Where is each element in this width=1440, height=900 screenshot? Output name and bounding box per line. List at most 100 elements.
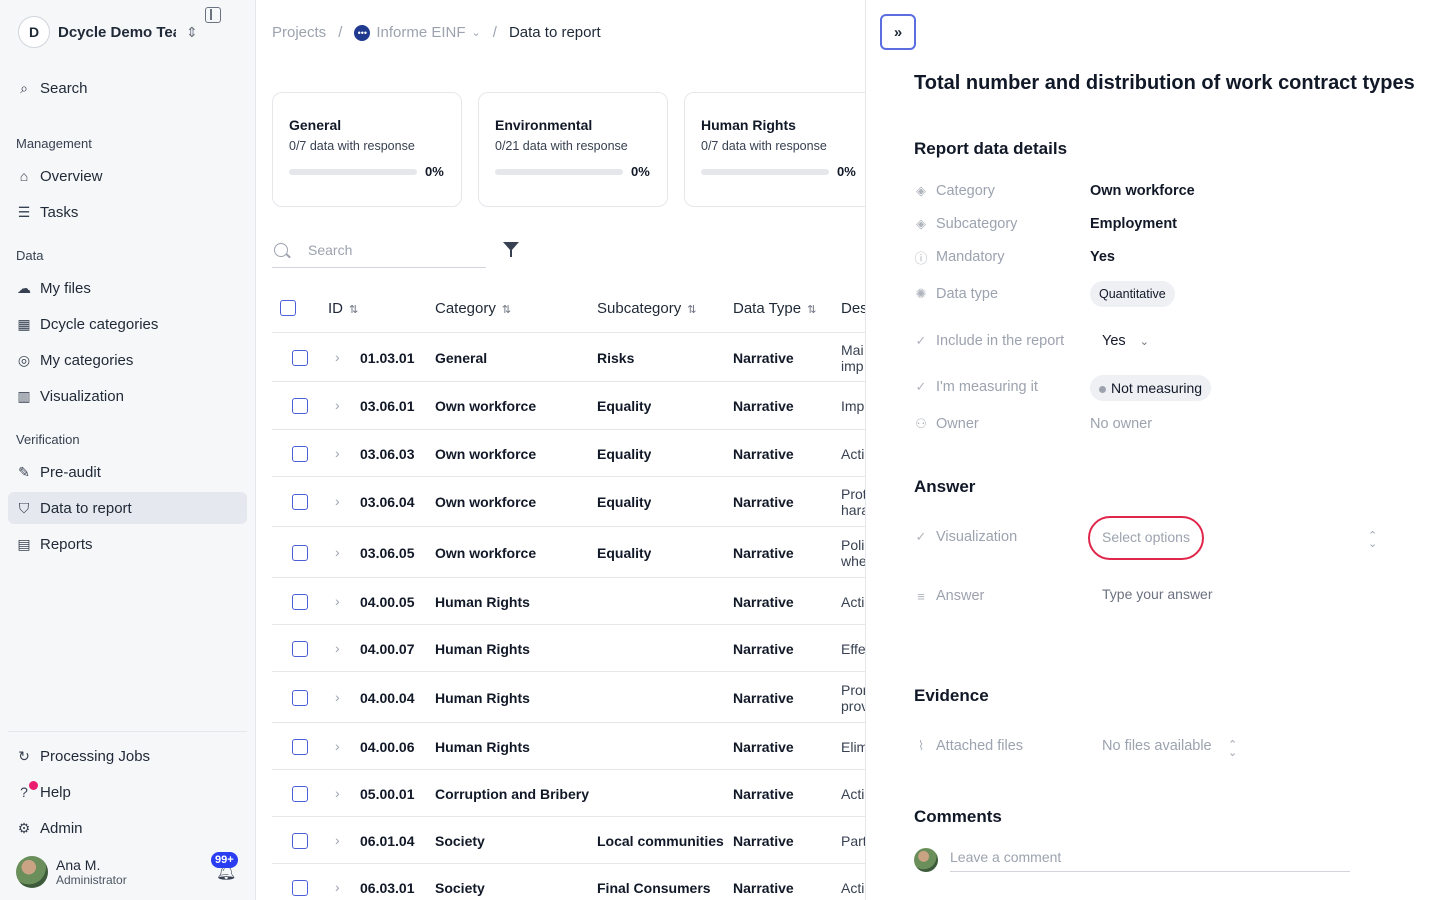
chevron-right-icon[interactable]: › [335,544,340,560]
user-profile[interactable]: Ana M. Administrator [16,856,127,888]
cell-category: Human Rights [435,690,530,706]
card-title: Human Rights [701,117,796,133]
card-title: General [289,117,342,133]
table-row[interactable]: › 04.00.05 Human Rights Narrative Acti [272,578,865,625]
table-row[interactable]: › 04.00.07 Human Rights Narrative Effe [272,625,865,672]
sidebar-item-my-categories[interactable]: ◎ My categories [8,344,247,376]
label-subcategory: ◈ Subcategory [916,216,1018,232]
sort-icon: ⇅ [501,304,512,316]
sidebar-item-processing-jobs[interactable]: ↻ Processing Jobs [8,740,247,772]
table-row[interactable]: › 03.06.04 Own workforce Equality Narrative P… [272,477,865,527]
chevron-right-icon[interactable]: › [335,738,340,754]
cell-description: Elim [841,739,865,755]
cell-description: Acti [841,786,865,802]
cell-category: General [435,350,488,366]
sidebar-item-overview[interactable]: ⌂ Overview [8,160,247,192]
row-checkbox[interactable] [292,739,308,755]
sort-icon: ⇅ [349,304,359,316]
table-row[interactable]: › 06.03.01 Society Final Consumers Narrative… [272,864,865,900]
collapse-panel-button[interactable]: » [880,14,916,50]
sidebar-search[interactable]: ⌕ Search [8,72,247,104]
measuring-status[interactable]: Not measuring [1090,375,1212,401]
header-description[interactable]: Des [841,300,868,317]
check-circle-icon: ✓ [915,333,927,348]
visualization-select[interactable]: Select options [1088,516,1204,560]
progress-card-environmental[interactable]: Environmental 0/21 data with response 0% [478,92,668,207]
sidebar-item-dcycle-categories[interactable]: ▦ Dcycle categories [8,308,247,340]
sidebar-item-tasks[interactable]: ☰ Tasks [8,196,247,228]
attached-files-select[interactable]: No files available [1102,738,1212,754]
row-checkbox[interactable] [292,641,308,657]
sidebar-item-label: Processing Jobs [40,747,151,765]
cell-description: Acti [841,880,865,896]
cell-data-type: Narrative [733,641,794,657]
breadcrumb-projects[interactable]: Projects [272,24,326,41]
cell-category: Society [435,880,485,896]
row-checkbox[interactable] [292,545,308,561]
row-checkbox[interactable] [292,398,308,414]
sidebar-item-admin[interactable]: ⚙ Admin [8,812,247,844]
table-row[interactable]: › 03.06.01 Own workforce Equality Narrative I… [272,382,865,430]
chevron-right-icon[interactable]: › [335,397,340,413]
card-percent: 0% [631,164,650,179]
row-checkbox[interactable] [292,786,308,802]
progress-card-general[interactable]: General 0/7 data with response 0% [272,92,462,207]
chevron-right-icon[interactable]: › [335,879,340,895]
header-category[interactable]: Category ⇅ [435,300,511,317]
cell-description: Effe [841,641,865,657]
chevron-right-icon[interactable]: › [335,640,340,656]
table-row[interactable]: › 05.00.01 Corruption and Bribery Narrative… [272,770,865,817]
chevron-right-icon[interactable]: › [335,689,340,705]
cell-data-type: Narrative [733,594,794,610]
answer-textarea[interactable] [1090,580,1394,644]
cell-data-type: Narrative [733,350,794,366]
header-id[interactable]: ID ⇅ [328,300,358,317]
table-row[interactable]: › 03.06.05 Own workforce Equality Narrative P… [272,527,865,578]
row-checkbox[interactable] [292,833,308,849]
sidebar-item-visualization[interactable]: ▥ Visualization [8,380,247,412]
filter-button[interactable] [501,240,521,260]
row-checkbox[interactable] [292,494,308,510]
sidebar-item-my-files[interactable]: ☁ My files [8,272,247,304]
sidebar-item-data-to-report[interactable]: ⛉ Data to report [8,492,247,524]
comment-input[interactable] [950,842,1350,872]
chevron-up-down-icon[interactable]: ⌃ ⌄ [1228,740,1237,759]
row-checkbox[interactable] [292,880,308,896]
include-select[interactable]: Yes ⌄ [1102,333,1149,349]
row-checkbox[interactable] [292,350,308,366]
breadcrumb-project[interactable]: Informe EINF [376,24,465,41]
chevron-right-icon[interactable]: › [335,445,340,461]
progress-card-human-rights[interactable]: Human Rights 0/7 data with response 0% [684,92,874,207]
evidence-heading: Evidence [914,686,989,705]
sidebar-item-help[interactable]: ? Help [8,776,247,808]
select-all-checkbox[interactable] [280,300,296,316]
search-input[interactable] [308,241,478,258]
header-subcategory[interactable]: Subcategory ⇅ [597,300,696,317]
search-icon: ⌕ [20,79,28,96]
owner-select[interactable]: No owner [1090,416,1152,432]
sidebar-collapse-icon[interactable] [205,7,221,23]
chevron-right-icon[interactable]: › [335,832,340,848]
header-data-type[interactable]: Data Type ⇅ [733,300,816,317]
project-logo-icon: ••• [354,24,371,41]
chevron-right-icon[interactable]: › [335,493,340,509]
table-row[interactable]: › 03.06.03 Own workforce Equality Narrative A… [272,430,865,477]
chevron-right-icon[interactable]: › [335,593,340,609]
table-row[interactable]: › 01.03.01 General Risks Narrative Mai imp [272,333,865,382]
chevron-up-down-icon[interactable]: ⌃ ⌄ [1368,531,1377,550]
row-checkbox[interactable] [292,594,308,610]
sidebar-item-pre-audit[interactable]: ✎ Pre-audit [8,456,247,488]
chevron-down-icon[interactable]: ⌄ [472,26,481,39]
table-row[interactable]: › 04.00.04 Human Rights Narrative Pronprov [272,672,865,723]
table-row[interactable]: › 06.01.04 Society Local communities Narrati… [272,817,865,864]
chevron-right-icon[interactable]: › [335,349,340,365]
chevron-right-icon[interactable]: › [335,785,340,801]
signature-icon: ✎ [18,463,30,480]
sidebar-item-reports[interactable]: ▤ Reports [8,528,247,560]
cell-data-type: Narrative [733,690,794,706]
row-checkbox[interactable] [292,690,308,706]
cell-category: Human Rights [435,594,530,610]
row-checkbox[interactable] [292,446,308,462]
cell-id: 03.06.05 [360,545,415,561]
table-row[interactable]: › 04.00.06 Human Rights Narrative Elim [272,723,865,770]
